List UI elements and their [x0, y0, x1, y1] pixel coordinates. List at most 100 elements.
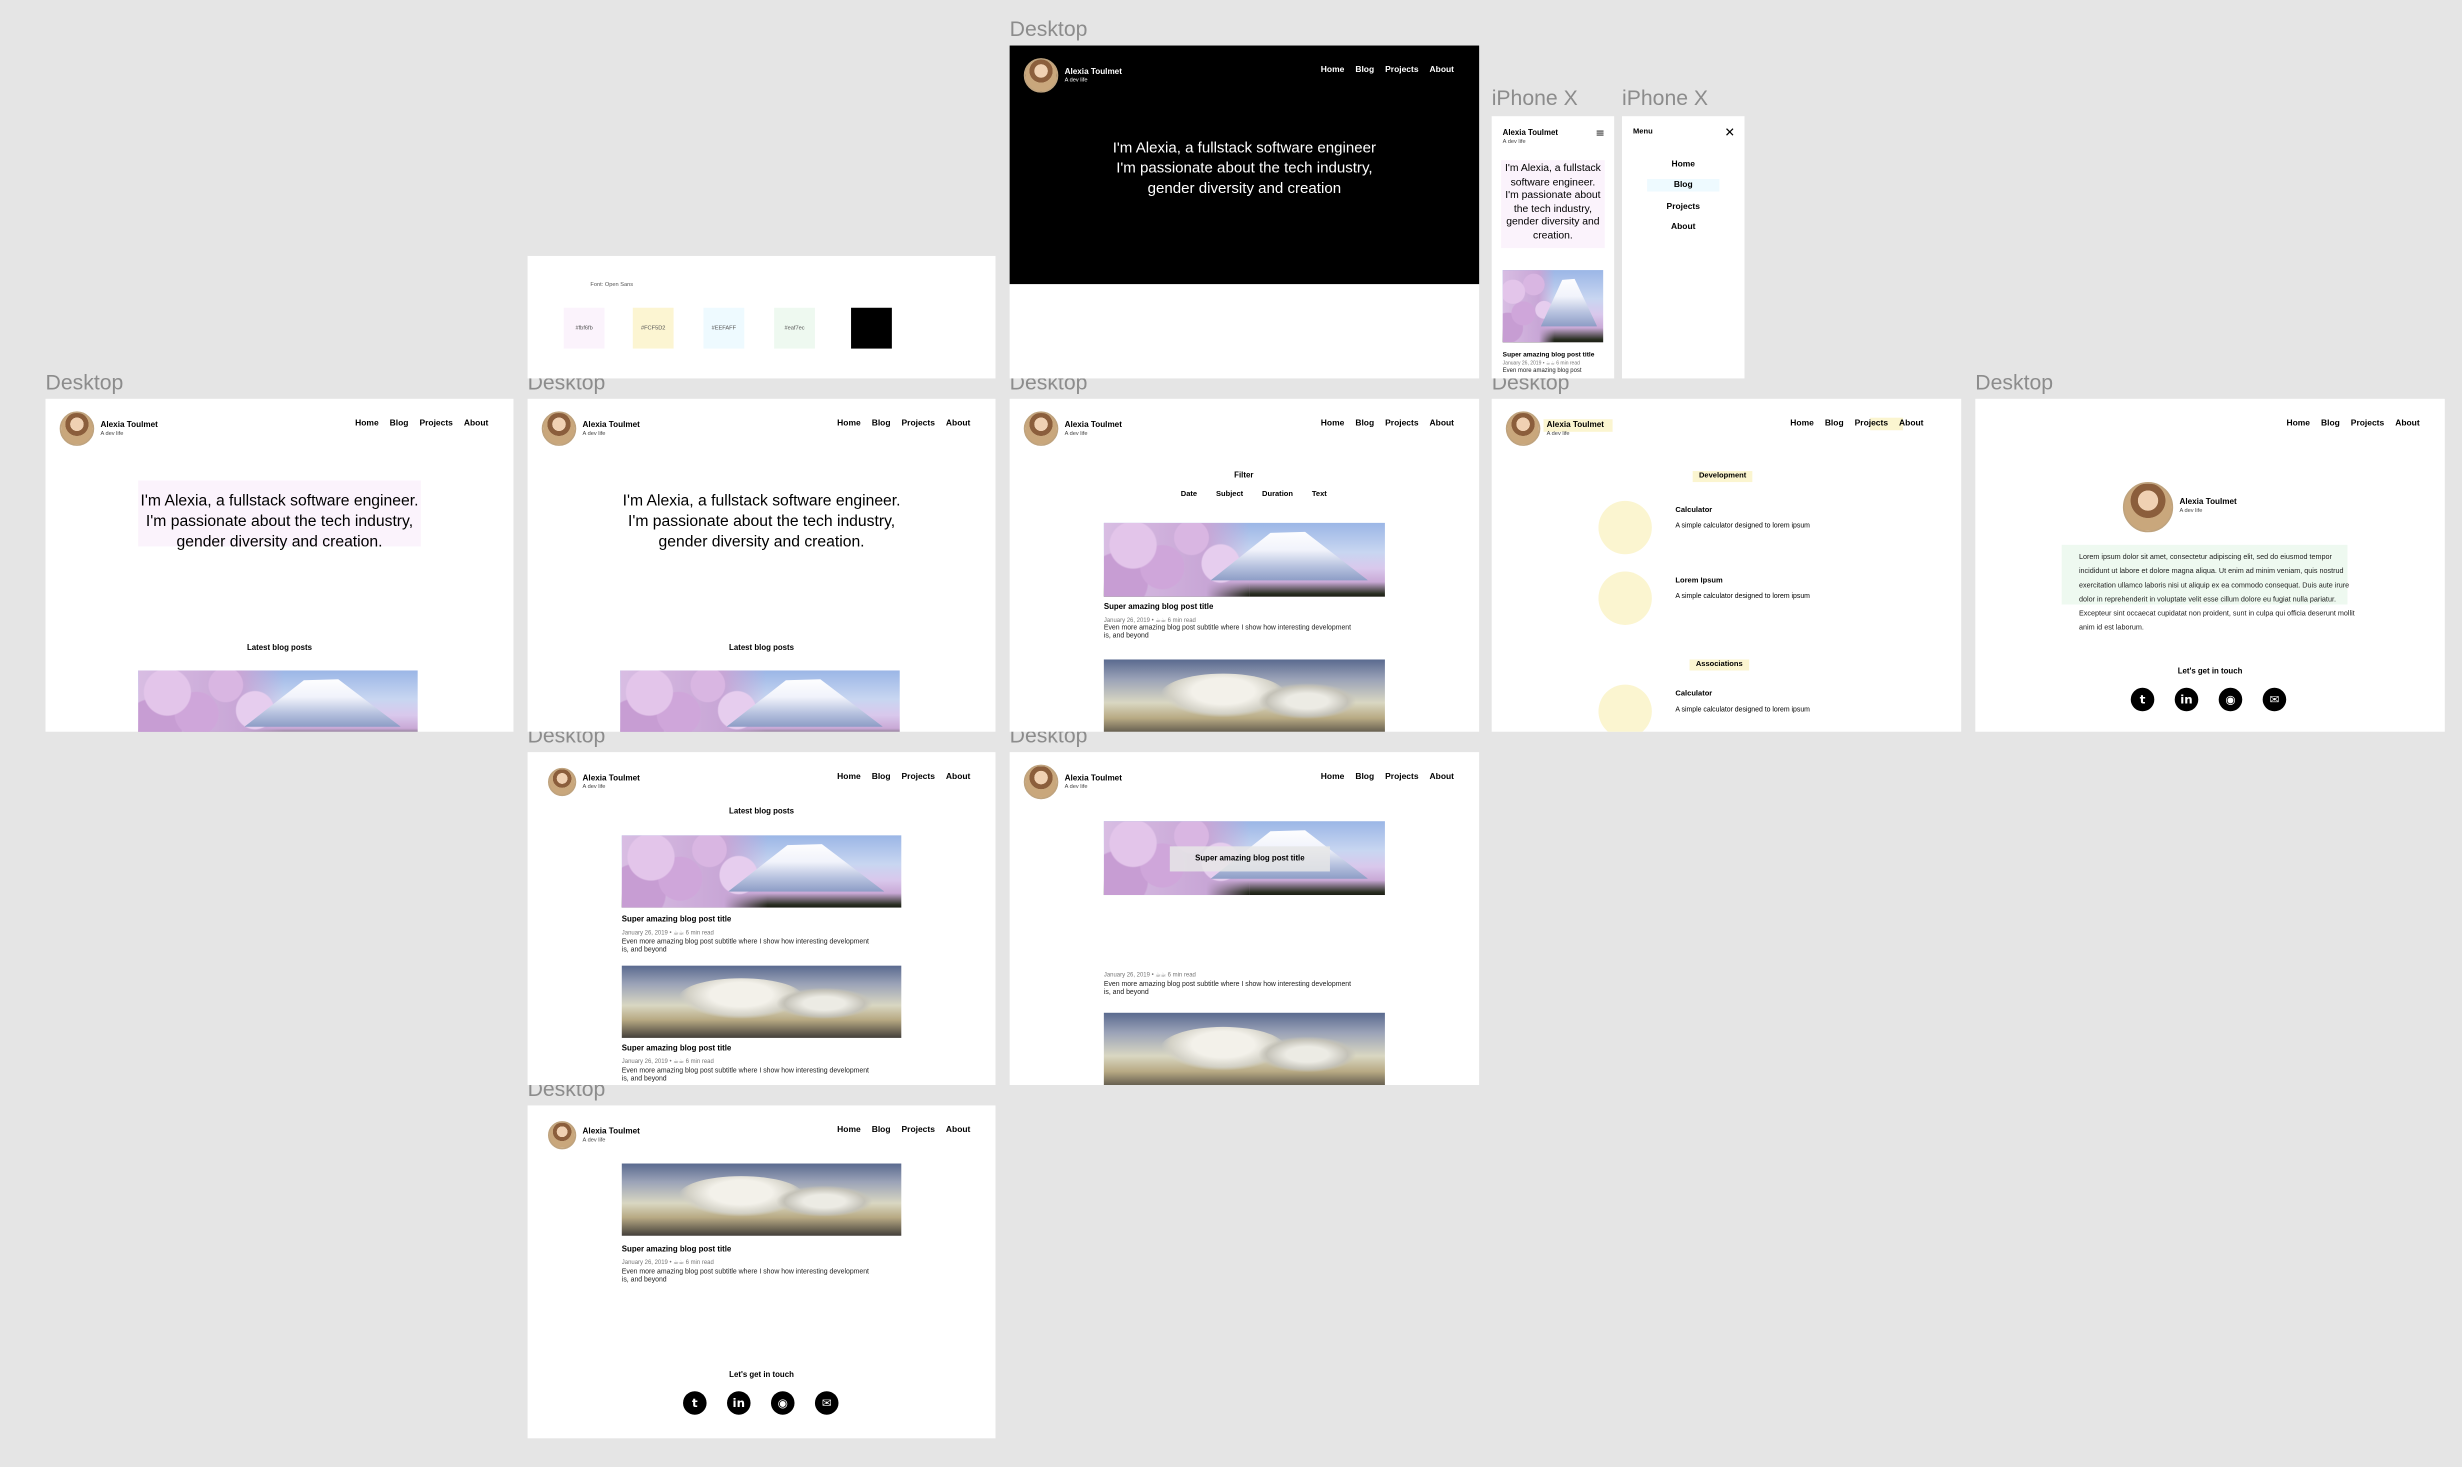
nav-blog[interactable]: Blog — [872, 773, 891, 782]
filter-duration[interactable]: Duration — [1262, 491, 1293, 499]
hover-title-overlay[interactable]: Super amazing blog post title — [1169, 846, 1330, 872]
avatar[interactable] — [547, 1121, 577, 1150]
blog-post-title[interactable]: Super amazing blog post title — [622, 1245, 731, 1254]
nav-blog[interactable]: Blog — [1355, 66, 1374, 75]
blog-post-image[interactable] — [621, 835, 902, 908]
project-name[interactable]: Lorem Ipsum — [1675, 578, 1722, 586]
nav-blog[interactable]: Blog — [1355, 773, 1374, 782]
nav-about[interactable]: About — [1899, 419, 1923, 428]
project-name[interactable]: Calculator — [1675, 507, 1712, 515]
menu-item-projects[interactable]: Projects — [1622, 203, 1744, 212]
menu-item-blog[interactable]: Blog — [1622, 181, 1744, 190]
nav-projects[interactable]: Projects — [1385, 66, 1418, 75]
blog-post-title[interactable]: Super amazing blog post title — [1503, 350, 1595, 358]
blog-post-image[interactable] — [1103, 659, 1385, 732]
nav-about[interactable]: About — [946, 419, 970, 428]
site-name[interactable]: Alexia Toulmet — [100, 421, 157, 430]
nav-projects[interactable]: Projects — [902, 1126, 935, 1135]
blog-post-image[interactable] — [621, 965, 902, 1038]
email-icon[interactable]: ✉ — [2262, 687, 2287, 712]
nav-about[interactable]: About — [1430, 773, 1454, 782]
nav-home[interactable]: Home — [355, 419, 379, 428]
nav-home[interactable]: Home — [1321, 419, 1345, 428]
linkedin-icon[interactable]: in — [727, 1391, 751, 1415]
nav-about[interactable]: About — [2395, 419, 2419, 428]
site-name[interactable]: Alexia Toulmet — [1547, 421, 1604, 430]
blog-post-image[interactable] — [1103, 522, 1385, 597]
hamburger-menu-icon[interactable]: ≡ — [1596, 128, 1605, 139]
nav-blog[interactable]: Blog — [1355, 419, 1374, 428]
filter-text[interactable]: Text — [1312, 491, 1327, 499]
nav-about[interactable]: About — [946, 773, 970, 782]
site-name[interactable]: Alexia Toulmet — [1065, 68, 1122, 77]
avatar[interactable] — [1023, 411, 1059, 446]
filter-date[interactable]: Date — [1181, 491, 1197, 499]
project-thumbnail[interactable] — [1598, 684, 1652, 732]
nav-home[interactable]: Home — [837, 773, 861, 782]
nav-blog[interactable]: Blog — [390, 419, 409, 428]
nav-home[interactable]: Home — [1790, 419, 1814, 428]
github-icon[interactable]: ◉ — [2218, 687, 2243, 712]
twitter-icon[interactable]: t — [2130, 687, 2155, 712]
nav-blog[interactable]: Blog — [872, 419, 891, 428]
style-guide-frame: Font: Open Sans #fbf6fb #FCF5D2 #EEFAFF … — [527, 255, 996, 379]
nav-about[interactable]: About — [464, 419, 488, 428]
avatar[interactable] — [1023, 764, 1059, 800]
site-name[interactable]: Alexia Toulmet — [1503, 129, 1558, 138]
nav-home[interactable]: Home — [1321, 66, 1345, 75]
blog-post-image[interactable] — [621, 1163, 902, 1236]
blog-post-image[interactable] — [1502, 270, 1604, 343]
nav-about[interactable]: About — [946, 1126, 970, 1135]
nav-home[interactable]: Home — [2286, 419, 2310, 428]
nav-about[interactable]: About — [1430, 419, 1454, 428]
subtitle-line: Even more amazing blog post subtitle whe… — [1103, 623, 1352, 632]
blog-post-image[interactable] — [620, 670, 900, 732]
avatar[interactable] — [59, 411, 95, 446]
linkedin-icon[interactable]: in — [2174, 687, 2199, 712]
blog-post-title[interactable]: Super amazing blog post title — [622, 1044, 731, 1053]
blog-post-image[interactable]: Super amazing blog post title — [1103, 821, 1385, 896]
nav-blog[interactable]: Blog — [1825, 419, 1844, 428]
main-nav: Home Blog Projects About — [1321, 66, 1454, 75]
nav-projects[interactable]: Projects — [1385, 773, 1418, 782]
site-name[interactable]: Alexia Toulmet — [1065, 774, 1122, 783]
project-thumbnail[interactable] — [1598, 571, 1652, 625]
site-name[interactable]: Alexia Toulmet — [583, 421, 640, 430]
frame-label: Desktop — [45, 370, 124, 395]
nav-blog[interactable]: Blog — [872, 1126, 891, 1135]
site-name[interactable]: Alexia Toulmet — [1065, 421, 1122, 430]
nav-projects[interactable]: Projects — [2351, 419, 2384, 428]
blog-post-image[interactable] — [138, 670, 418, 732]
menu-item-home[interactable]: Home — [1622, 160, 1744, 169]
close-icon[interactable]: ✕ — [1725, 126, 1736, 140]
blog-post-image[interactable] — [1103, 1012, 1385, 1086]
nav-projects[interactable]: Projects — [1855, 419, 1888, 428]
site-name[interactable]: Alexia Toulmet — [583, 1127, 640, 1136]
site-name[interactable]: Alexia Toulmet — [583, 774, 640, 783]
filter-subject[interactable]: Subject — [1216, 491, 1243, 499]
nav-projects[interactable]: Projects — [419, 419, 452, 428]
github-icon[interactable]: ◉ — [770, 1391, 795, 1415]
email-icon[interactable]: ✉ — [814, 1391, 839, 1415]
menu-item-about[interactable]: About — [1622, 223, 1744, 232]
hero-line: software engineer. — [1510, 176, 1596, 188]
nav-projects[interactable]: Projects — [902, 419, 935, 428]
avatar[interactable] — [1023, 58, 1059, 93]
blog-filter-frame: Alexia Toulmet A dev life Home Blog Proj… — [1009, 398, 1480, 732]
nav-blog[interactable]: Blog — [2321, 419, 2340, 428]
avatar[interactable] — [541, 411, 577, 446]
project-name[interactable]: Calculator — [1675, 691, 1712, 699]
blog-post-title[interactable]: Super amazing blog post title — [1104, 603, 1213, 612]
nav-home[interactable]: Home — [1321, 773, 1345, 782]
nav-projects[interactable]: Projects — [902, 773, 935, 782]
nav-home[interactable]: Home — [837, 419, 861, 428]
blog-post-title[interactable]: Super amazing blog post title — [622, 915, 731, 924]
nav-about[interactable]: About — [1430, 66, 1454, 75]
blog-post-subtitle: Even more amazing blog post subtitle whe… — [622, 1267, 869, 1283]
twitter-icon[interactable]: t — [683, 1391, 707, 1415]
avatar[interactable] — [1505, 411, 1541, 446]
avatar[interactable] — [547, 767, 577, 797]
nav-home[interactable]: Home — [837, 1126, 861, 1135]
nav-projects[interactable]: Projects — [1385, 419, 1418, 428]
project-thumbnail[interactable] — [1598, 500, 1652, 555]
